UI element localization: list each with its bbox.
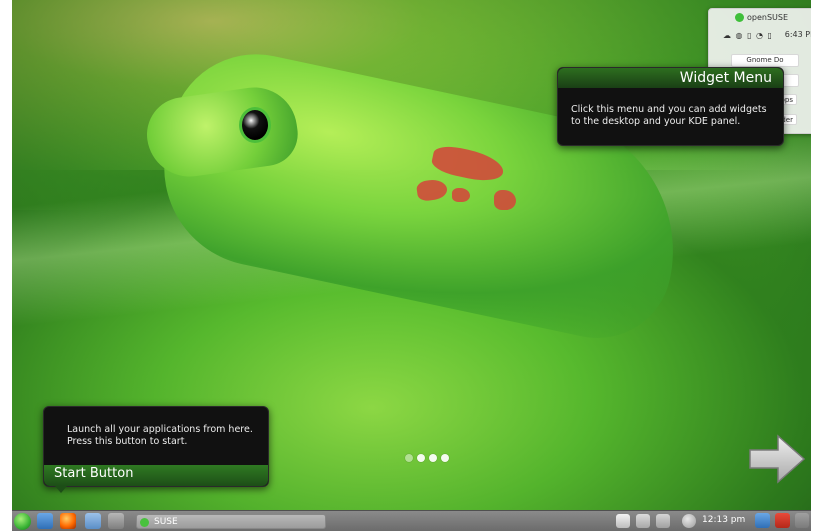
system-tray-button-1[interactable]: Gnome Do xyxy=(731,54,799,67)
suse-gecko-icon xyxy=(140,518,149,527)
system-tray-icons: ☁ ◍ ▯ ◔ ▯ xyxy=(723,31,773,40)
gecko-spot xyxy=(494,190,516,210)
widget-menu-title: Widget Menu xyxy=(558,68,783,88)
system-tray-time: 6:43 PM xyxy=(784,30,811,39)
folder-icon[interactable] xyxy=(37,513,53,529)
opensuse-icon xyxy=(735,13,744,22)
start-button-title: Start Button xyxy=(44,465,268,486)
widget-menu-tooltip: Widget Menu Click this menu and you can … xyxy=(557,67,784,146)
start-button-text: Launch all your applications from here. … xyxy=(67,424,253,447)
panel-toolbox-icon[interactable] xyxy=(795,513,809,528)
taskbar: SUSE 12:13 pm xyxy=(12,510,811,531)
start-button-tooltip: Launch all your applications from here. … xyxy=(43,406,269,493)
volume-icon[interactable] xyxy=(636,514,650,528)
system-tray-brand-label: openSUSE xyxy=(747,13,789,22)
suse-gecko-icon[interactable] xyxy=(14,513,31,530)
pager-dot[interactable] xyxy=(405,454,413,462)
next-arrow-icon[interactable] xyxy=(748,434,806,484)
info-icon[interactable] xyxy=(682,514,696,528)
pager-dot[interactable] xyxy=(441,454,449,462)
system-tray-brand: openSUSE xyxy=(735,13,788,22)
lock-icon[interactable] xyxy=(755,513,770,528)
widget-menu-text: Click this menu and you can add widgets … xyxy=(571,104,767,127)
taskbar-task-button[interactable]: SUSE xyxy=(136,514,326,529)
app-icon[interactable] xyxy=(108,513,124,529)
desktop: openSUSE ☁ ◍ ▯ ◔ ▯ 6:43 PM Gnome Do ops … xyxy=(12,0,811,531)
pager-dot[interactable] xyxy=(429,454,437,462)
gecko-eye xyxy=(242,110,268,140)
app-icon[interactable] xyxy=(85,513,101,529)
notes-icon[interactable] xyxy=(616,514,630,528)
pager-dots xyxy=(405,454,449,462)
power-icon[interactable] xyxy=(775,513,790,528)
taskbar-task-label: SUSE xyxy=(154,517,178,527)
firefox-icon[interactable] xyxy=(60,513,76,529)
pager-dot[interactable] xyxy=(417,454,425,462)
gecko-spot xyxy=(452,188,470,202)
tooltip-pointer-icon xyxy=(55,486,67,493)
printer-icon[interactable] xyxy=(656,514,670,528)
taskbar-clock[interactable]: 12:13 pm xyxy=(702,515,745,525)
